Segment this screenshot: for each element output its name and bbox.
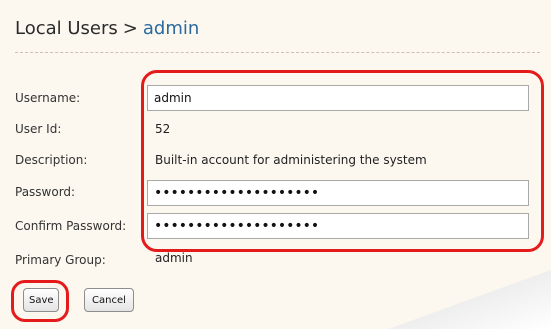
breadcrumb-separator: >: [122, 18, 138, 39]
primary-group-value: admin: [155, 251, 193, 265]
cancel-button[interactable]: Cancel: [84, 288, 134, 312]
title-divider: [15, 52, 540, 53]
password-label: Password:: [15, 185, 76, 199]
breadcrumb-current: admin: [142, 18, 200, 39]
breadcrumb: Local Users > admin: [15, 18, 199, 39]
corner-shadow: [351, 269, 551, 329]
user-edit-panel: Local Users>admin Username: User Id: 52 …: [0, 0, 551, 329]
username-label: Username:: [15, 91, 81, 105]
save-button[interactable]: Save: [23, 288, 59, 312]
confirm-password-input[interactable]: [147, 213, 529, 239]
breadcrumb-parent-link[interactable]: Local Users: [15, 18, 118, 39]
description-value: Built-in account for administering the s…: [155, 153, 427, 167]
user-id-label: User Id:: [15, 122, 62, 136]
confirm-password-label: Confirm Password:: [15, 219, 127, 233]
primary-group-label: Primary Group:: [15, 253, 106, 267]
username-input[interactable]: [147, 85, 529, 111]
description-label: Description:: [15, 153, 88, 167]
user-id-value: 52: [155, 122, 171, 136]
password-input[interactable]: [147, 180, 529, 206]
